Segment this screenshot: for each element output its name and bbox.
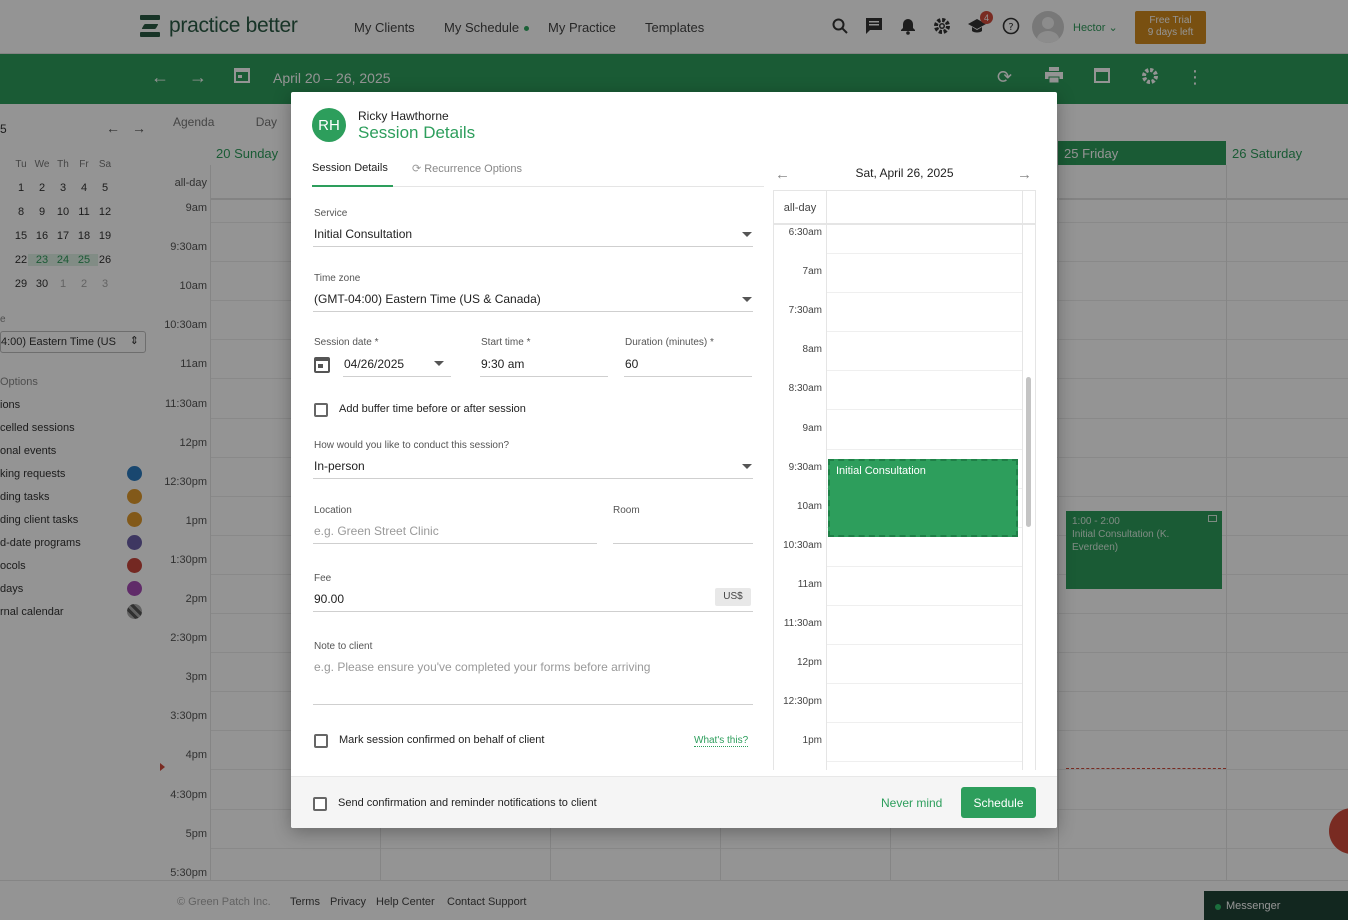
tab-session-details[interactable]: Session Details	[312, 162, 393, 187]
schedule-button[interactable]: Schedule	[961, 787, 1036, 818]
hour-grid-line	[827, 683, 1022, 685]
tab-recurrence-options[interactable]: ⟳ Recurrence Options	[412, 162, 522, 187]
recurrence-icon: ⟳	[412, 163, 422, 175]
hour-label: 11:30am	[783, 618, 822, 629]
buffer-time-label: Add buffer time before or after session	[339, 403, 526, 415]
day-preview-scrollbar[interactable]	[1026, 377, 1031, 527]
dropdown-caret-icon	[434, 361, 444, 366]
field-underline	[624, 376, 752, 377]
field-underline	[613, 543, 753, 544]
hour-grid-line	[827, 644, 1022, 645]
field-underline	[313, 478, 753, 479]
hour-grid-line	[827, 253, 1022, 254]
hour-label: 12pm	[796, 657, 822, 669]
calendar-icon[interactable]	[314, 357, 330, 373]
hour-grid-line	[827, 448, 1022, 450]
service-value: Initial Consultation	[314, 227, 413, 241]
hour-label: 6:30am	[788, 227, 822, 238]
field-underline	[313, 704, 753, 705]
hour-label: 10am	[796, 500, 822, 512]
hour-grid-line	[827, 292, 1022, 294]
hour-grid-line	[827, 722, 1022, 724]
buffer-time-checkbox[interactable]	[314, 403, 328, 417]
session-date-value: 04/26/2025	[344, 357, 405, 371]
mark-confirmed-label: Mark session confirmed on behalf of clie…	[339, 734, 545, 746]
timezone-value: (GMT-04:00) Eastern Time (US & Canada)	[314, 292, 541, 306]
hour-label: 8am	[802, 344, 822, 356]
dropdown-caret-icon	[742, 464, 752, 469]
fee-label: Fee	[314, 573, 332, 584]
note-label: Note to client	[314, 641, 373, 652]
client-name: Ricky Hawthorne	[358, 109, 449, 123]
start-time-value: 9:30 am	[481, 357, 525, 371]
day-preview-all-day-row: all-day	[774, 191, 1035, 225]
dialog-title: Session Details	[358, 123, 476, 142]
duration-label: Duration (minutes) *	[625, 337, 714, 348]
hour-label: 8:30am	[788, 383, 822, 395]
next-day-arrow-icon[interactable]: →	[1017, 166, 1032, 183]
location-placeholder: e.g. Green Street Clinic	[314, 524, 439, 538]
hour-label: 7am	[802, 266, 822, 278]
whats-this-link[interactable]: What's this?	[694, 735, 749, 747]
hour-grid-line	[827, 761, 1022, 763]
hour-label: 11am	[797, 578, 822, 590]
send-notifications-label: Send confirmation and reminder notificat…	[338, 797, 597, 809]
field-underline	[480, 376, 608, 377]
hour-grid-line	[827, 331, 1022, 333]
hour-grid-line	[827, 565, 1022, 567]
start-time-label: Start time *	[481, 337, 531, 348]
hour-label: 10:30am	[783, 539, 822, 551]
tab-recurrence-label: Recurrence Options	[424, 163, 523, 175]
new-session-title: Initial Consultation	[836, 465, 926, 477]
duration-value: 60	[625, 357, 639, 371]
dialog-tabs: Session Details ⟳ Recurrence Options	[312, 162, 764, 187]
field-underline	[313, 611, 753, 612]
room-label: Room	[613, 505, 640, 516]
hour-label: 9:30am	[788, 461, 822, 473]
mark-confirmed-checkbox[interactable]	[314, 734, 328, 748]
location-label: Location	[314, 505, 352, 516]
day-preview-grid: all-day 6:30am 7am 7:30am 8am 8:30am 9am 9:30a…	[773, 190, 1036, 770]
field-underline	[313, 246, 753, 247]
send-notifications-checkbox[interactable]	[313, 797, 327, 811]
service-label: Service	[314, 208, 348, 219]
new-session-event[interactable]: Initial Consultation	[828, 459, 1018, 537]
dropdown-caret-icon	[742, 232, 752, 237]
hour-grid-line	[827, 370, 1022, 372]
fee-value: 90.00	[314, 592, 345, 606]
hour-label: 7:30am	[788, 305, 822, 317]
hour-grid-line	[827, 409, 1022, 411]
hour-grid-line	[827, 604, 1022, 606]
all-day-label: all-day	[783, 202, 817, 214]
currency-badge: US$	[715, 588, 751, 606]
session-details-dialog: RH Ricky Hawthorne Session Details Sessi…	[291, 92, 1057, 828]
session-date-label: Session date *	[314, 337, 379, 348]
day-preview-calendar: ← Sat, April 26, 2025 → all-day 6:30am 7a…	[773, 162, 1036, 770]
hour-label: 12:30pm	[783, 696, 822, 708]
dropdown-caret-icon	[742, 297, 752, 302]
conduct-value: In-person	[314, 459, 365, 473]
client-avatar: RH	[312, 108, 346, 142]
hour-label: 1pm	[802, 735, 822, 747]
timezone-label: Time zone	[314, 273, 361, 284]
dialog-footer: Send confirmation and reminder notificat…	[291, 776, 1057, 828]
field-underline	[343, 376, 451, 377]
grid-column-line	[1022, 191, 1023, 770]
field-underline	[313, 311, 753, 312]
day-preview-date: Sat, April 26, 2025	[855, 166, 954, 180]
hour-label: 9am	[802, 422, 822, 434]
note-placeholder: e.g. Please ensure you've completed your…	[314, 660, 651, 674]
never-mind-button[interactable]: Never mind	[881, 796, 942, 810]
field-underline	[313, 543, 597, 544]
conduct-label: How would you like to conduct this sessi…	[314, 440, 510, 451]
